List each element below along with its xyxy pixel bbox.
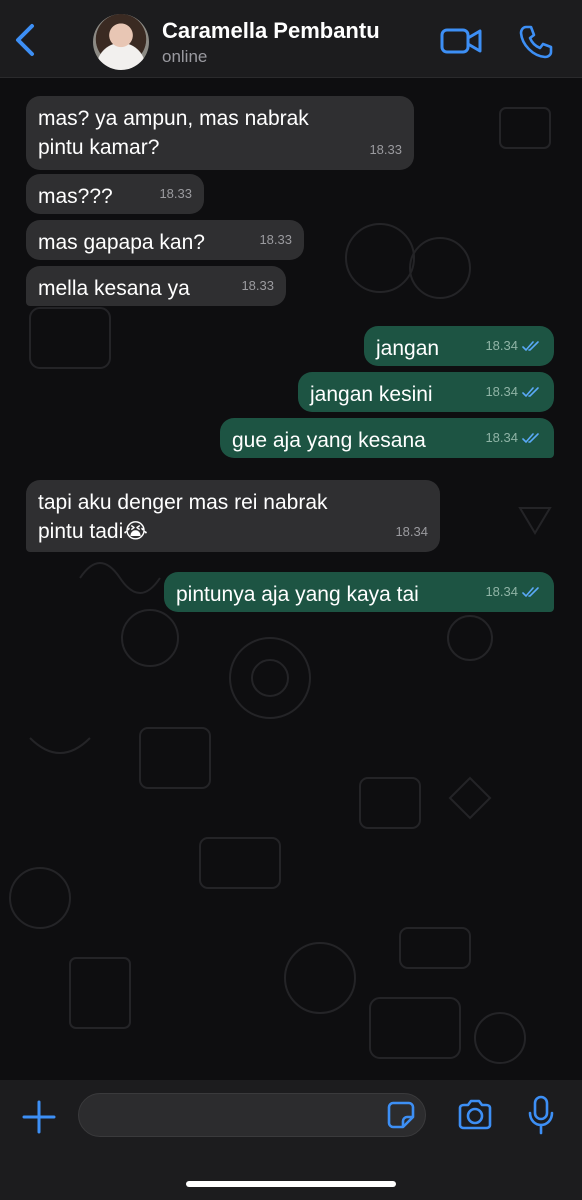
video-camera-icon	[440, 28, 482, 54]
phone-icon	[519, 25, 553, 59]
incoming-message[interactable]: mas? ya ampun, mas nabrak pintu kamar? 18…	[26, 96, 414, 170]
message-time: 18.33	[259, 232, 292, 247]
chat-header: Caramella Pembantu online	[0, 0, 582, 78]
camera-button[interactable]	[456, 1097, 494, 1133]
message-meta: 18.33	[259, 225, 292, 254]
message-text: mas? ya ampun, mas nabrak pintu kamar?	[38, 107, 309, 159]
message-meta: 18.34	[485, 423, 542, 452]
voice-message-button[interactable]	[526, 1094, 556, 1136]
message-list[interactable]: mas? ya ampun, mas nabrak pintu kamar? 18…	[0, 78, 582, 1080]
video-call-button[interactable]	[440, 24, 482, 58]
message-time: 18.34	[485, 384, 518, 399]
sticker-icon	[387, 1101, 415, 1129]
voice-call-button[interactable]	[518, 24, 554, 60]
contact-name[interactable]: Caramella Pembantu	[162, 18, 380, 44]
contact-avatar[interactable]	[93, 14, 149, 70]
outgoing-message[interactable]: pintunya aja yang kaya tai 18.34	[164, 572, 554, 612]
sticker-button[interactable]	[386, 1100, 416, 1130]
message-time: 18.34	[485, 584, 518, 599]
read-receipt-icon	[522, 386, 539, 397]
incoming-message[interactable]: mella kesana ya 18.33	[26, 266, 286, 306]
back-button[interactable]	[8, 18, 44, 62]
plus-icon	[22, 1100, 56, 1134]
message-meta: 18.33	[369, 135, 402, 164]
message-meta: 18.33	[159, 179, 192, 208]
camera-icon	[458, 1099, 492, 1130]
message-time: 18.34	[395, 524, 428, 539]
outgoing-message[interactable]: gue aja yang kesana 18.34	[220, 418, 554, 458]
message-input-wrapper[interactable]	[78, 1093, 426, 1138]
message-time: 18.33	[241, 278, 274, 293]
microphone-icon	[528, 1095, 554, 1135]
incoming-message[interactable]: mas gapapa kan? 18.33	[26, 220, 304, 260]
home-indicator[interactable]	[186, 1181, 396, 1187]
message-meta: 18.34	[485, 577, 542, 606]
contact-status: online	[162, 47, 208, 66]
message-meta: 18.34	[485, 331, 542, 360]
message-time: 18.33	[159, 186, 192, 201]
message-meta: 18.34	[485, 377, 542, 406]
message-meta: 18.34	[395, 517, 428, 546]
incoming-message[interactable]: mas??? 18.33	[26, 174, 204, 214]
message-time: 18.34	[485, 430, 518, 445]
message-text: mas gapapa kan?	[38, 231, 205, 254]
chevron-left-icon	[16, 24, 34, 56]
message-text: tapi aku denger mas rei nabrak pintu tad…	[38, 491, 328, 543]
read-receipt-icon	[522, 432, 539, 443]
read-receipt-icon	[522, 586, 539, 597]
incoming-message[interactable]: tapi aku denger mas rei nabrak pintu tad…	[26, 480, 440, 552]
read-receipt-icon	[522, 340, 539, 351]
message-time: 18.34	[485, 338, 518, 353]
message-text: mella kesana ya	[38, 277, 190, 300]
attach-button[interactable]	[20, 1098, 58, 1136]
outgoing-message[interactable]: jangan 18.34	[364, 326, 554, 366]
message-input[interactable]	[93, 1094, 377, 1138]
outgoing-message[interactable]: jangan kesini 18.34	[298, 372, 554, 412]
message-time: 18.33	[369, 142, 402, 157]
message-meta: 18.33	[241, 271, 274, 300]
